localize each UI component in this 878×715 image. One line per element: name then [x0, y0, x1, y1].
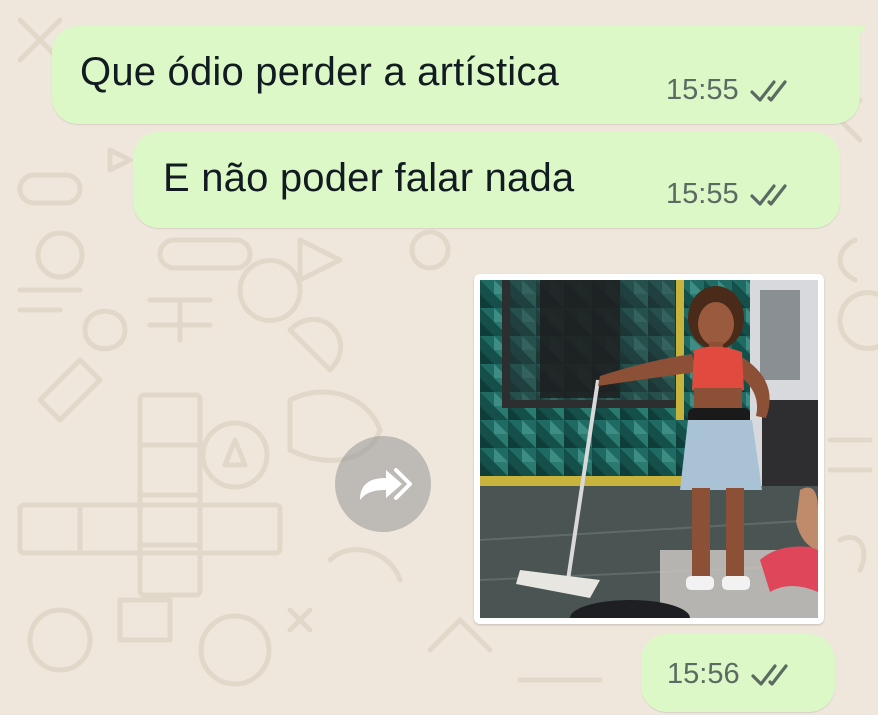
message-bubble[interactable]: 15:56 [641, 634, 835, 712]
message-bubble[interactable]: E não poder falar nada 15:55 [133, 132, 840, 228]
double-check-icon [749, 183, 787, 206]
double-check-icon [749, 79, 787, 102]
message-time: 15:55 [666, 74, 739, 106]
message-meta: 15:56 [667, 658, 794, 691]
message-time: 15:55 [666, 178, 739, 210]
message-bubble[interactable]: Que ódio perder a artística 15:55 [52, 26, 860, 124]
message-meta: 15:55 [666, 74, 793, 107]
message-time: 15:56 [667, 658, 740, 690]
image-message[interactable] [474, 274, 824, 624]
message-meta: 15:55 [666, 178, 793, 211]
photo [480, 280, 818, 618]
message-text: Que ódio perder a artística [80, 50, 559, 94]
forward-button[interactable] [335, 436, 431, 532]
double-check-icon [750, 663, 788, 686]
forward-icon [360, 468, 412, 500]
bubble-tail [846, 26, 865, 48]
message-text: E não poder falar nada [163, 156, 575, 200]
